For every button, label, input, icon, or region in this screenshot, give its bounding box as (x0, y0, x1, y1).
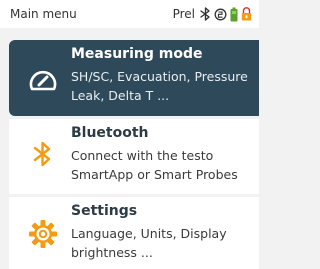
screen-title: Main menu (10, 7, 77, 21)
menu-item-title: Bluetooth (71, 125, 149, 141)
gear-icon (29, 220, 57, 248)
status-indicators: Prel (173, 4, 252, 24)
menu-item-title: Measuring mode (71, 46, 203, 62)
menu-item-title: Settings (71, 203, 138, 219)
menu-item-settings[interactable]: Settings Language, Units, Display bright… (9, 197, 259, 269)
status-bar: Main menu Prel (0, 0, 259, 28)
menu-item-description: Connect with the testo SmartApp or Smart… (71, 148, 238, 182)
menu-item-measuring-mode[interactable]: Measuring mode SH/SC, Evacuation, Pressu… (9, 40, 259, 116)
menu-item-description: SH/SC, Evacuation, Pressure Leak, Delta … (71, 69, 248, 103)
bluetooth-icon (33, 141, 51, 167)
record-icon (214, 8, 227, 20)
menu-item-bluetooth[interactable]: Bluetooth Connect with the testo SmartAp… (9, 119, 259, 194)
lock-icon (241, 7, 252, 21)
menu-item-description: Language, Units, Display brightness ... (71, 226, 227, 260)
gauge-icon (29, 70, 57, 91)
mode-indicator: Prel (172, 7, 195, 21)
bluetooth-status-icon (200, 7, 210, 21)
main-menu-screen: Main menu Prel Measuring mode SH/SC, Eva… (0, 0, 259, 269)
battery-icon (230, 7, 238, 21)
